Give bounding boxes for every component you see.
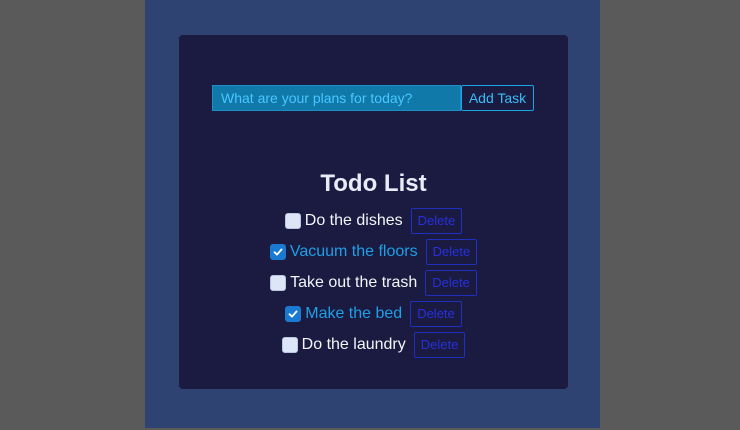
delete-button[interactable]: Delete bbox=[410, 300, 462, 327]
todo-checkbox[interactable] bbox=[270, 274, 287, 291]
todo-card: Add Task Todo List Do the dishes Delete … bbox=[179, 35, 568, 389]
task-input[interactable] bbox=[212, 85, 461, 111]
todo-text: Make the bed bbox=[305, 304, 403, 322]
todo-list: Do the dishes Delete Vacuum the floors D… bbox=[179, 205, 568, 360]
todo-item: Take out the trash Delete bbox=[179, 267, 568, 298]
task-form: Add Task bbox=[212, 85, 534, 111]
todo-checkbox[interactable] bbox=[284, 212, 301, 229]
todo-item: Vacuum the floors Delete bbox=[179, 236, 568, 267]
add-task-button[interactable]: Add Task bbox=[461, 85, 534, 111]
todo-item: Do the laundry Delete bbox=[179, 329, 568, 360]
todo-checkbox[interactable] bbox=[281, 336, 298, 353]
todo-text: Take out the trash bbox=[290, 273, 418, 291]
delete-button[interactable]: Delete bbox=[425, 238, 478, 265]
delete-button[interactable]: Delete bbox=[425, 269, 477, 296]
delete-button[interactable]: Delete bbox=[413, 331, 466, 358]
todo-text: Do the dishes bbox=[304, 211, 403, 229]
todo-checkbox[interactable] bbox=[269, 243, 286, 260]
check-icon bbox=[288, 310, 298, 317]
todo-item: Do the dishes Delete bbox=[179, 205, 568, 236]
page-title: Todo List bbox=[320, 170, 427, 197]
todo-item: Make the bed Delete bbox=[179, 298, 568, 329]
delete-button[interactable]: Delete bbox=[410, 207, 463, 234]
todo-checkbox[interactable] bbox=[285, 305, 302, 322]
todo-text: Do the laundry bbox=[301, 335, 406, 353]
todo-text: Vacuum the floors bbox=[289, 242, 418, 260]
check-icon bbox=[273, 248, 283, 255]
